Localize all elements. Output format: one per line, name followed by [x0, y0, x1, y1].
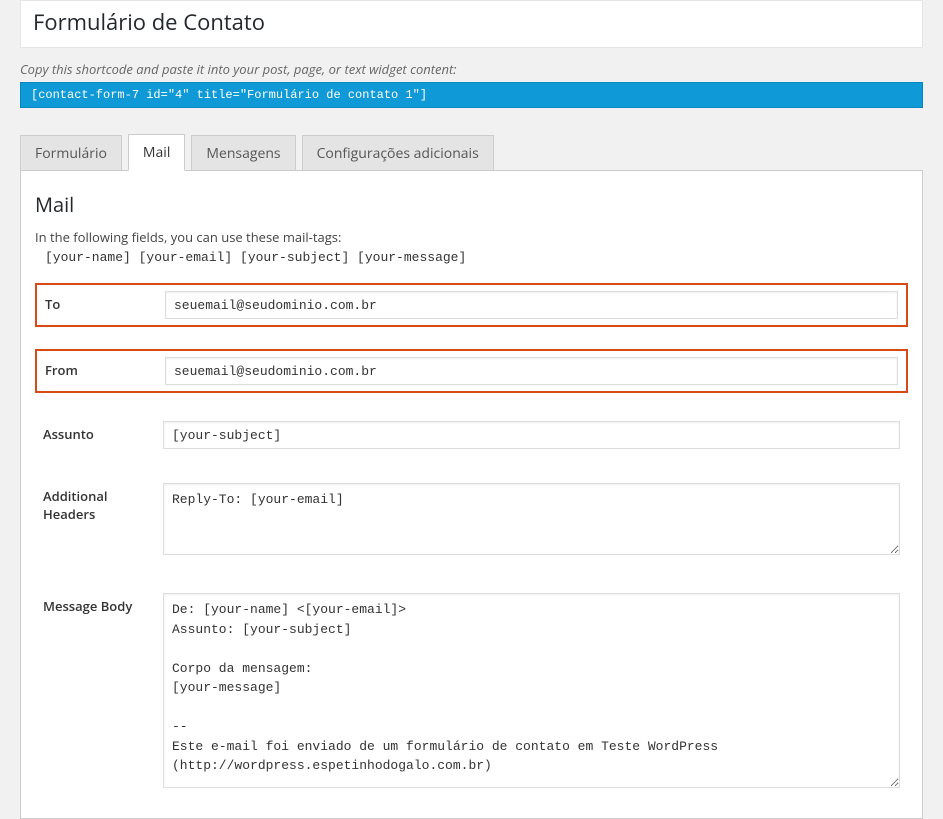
- mail-tags: [your-name] [your-email] [your-subject] …: [45, 250, 908, 265]
- tab-configuracoes[interactable]: Configurações adicionais: [302, 135, 494, 171]
- field-row-subject: Assunto: [35, 415, 908, 455]
- tab-formulario[interactable]: Formulário: [20, 135, 122, 171]
- tab-mail[interactable]: Mail: [128, 134, 185, 171]
- field-row-to: To: [35, 283, 908, 327]
- mail-panel: Mail In the following fields, you can us…: [20, 170, 923, 819]
- tab-mensagens[interactable]: Mensagens: [191, 135, 295, 171]
- body-label: Message Body: [43, 593, 163, 615]
- tab-nav: Formulário Mail Mensagens Configurações …: [20, 133, 923, 170]
- shortcode-hint: Copy this shortcode and paste it into yo…: [20, 60, 923, 78]
- page-header: Formulário de Contato: [20, 0, 923, 48]
- shortcode-area: Copy this shortcode and paste it into yo…: [20, 60, 923, 108]
- to-label: To: [45, 291, 165, 313]
- page-title: Formulário de Contato: [33, 5, 910, 39]
- shortcode-box[interactable]: [contact-form-7 id="4" title="Formulário…: [20, 82, 923, 108]
- from-input[interactable]: [165, 357, 898, 385]
- field-row-headers: Additional Headers: [35, 477, 908, 565]
- to-input[interactable]: [165, 291, 898, 319]
- from-label: From: [45, 357, 165, 379]
- headers-textarea[interactable]: [163, 483, 900, 555]
- field-row-from: From: [35, 349, 908, 393]
- subject-input[interactable]: [163, 421, 900, 449]
- subject-label: Assunto: [43, 421, 163, 443]
- body-textarea[interactable]: [163, 593, 900, 788]
- mail-tags-hint: In the following fields, you can use the…: [35, 228, 908, 246]
- headers-label: Additional Headers: [43, 483, 163, 523]
- mail-heading: Mail: [35, 191, 908, 218]
- field-row-body: Message Body: [35, 587, 908, 798]
